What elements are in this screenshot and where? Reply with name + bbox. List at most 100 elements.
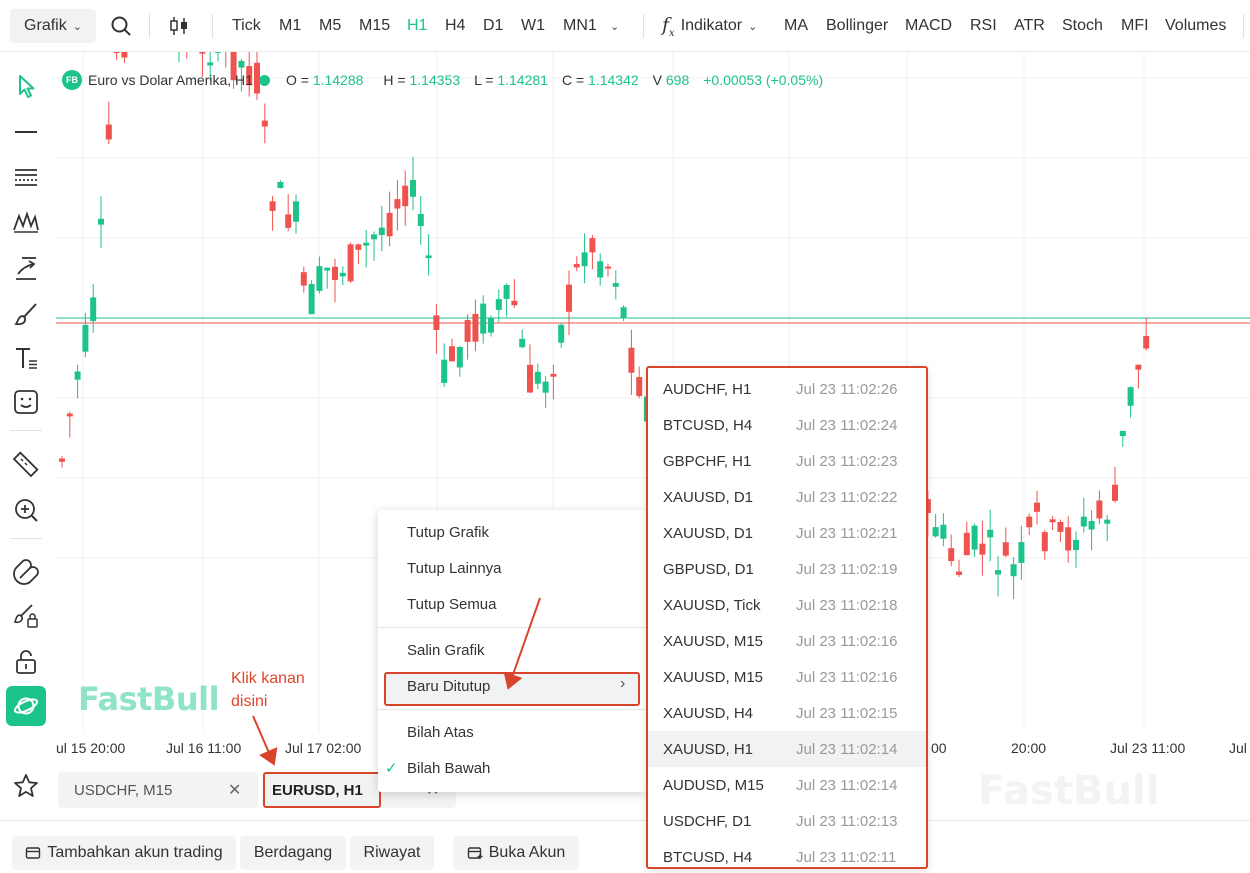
low-value: 1.14281	[497, 72, 548, 88]
candle-body	[1041, 532, 1048, 552]
recently-closed-item[interactable]: XAUUSD, Tick Jul 23 11:02:18	[648, 587, 926, 623]
recently-closed-time: Jul 23 11:02:14	[796, 740, 898, 758]
menu-item-recently-closed[interactable]: Baru Ditutup	[407, 678, 490, 695]
candle-body	[74, 371, 81, 380]
search-icon[interactable]	[110, 0, 132, 52]
candle-body	[199, 52, 206, 54]
timeframe-h1[interactable]: H1	[407, 0, 427, 52]
emoji-icon[interactable]	[8, 384, 44, 420]
recently-closed-item[interactable]: XAUUSD, M15 Jul 23 11:02:16	[648, 659, 926, 695]
timeframe-more-chevron-icon[interactable]: ⌄	[610, 0, 619, 52]
candle-body	[316, 266, 323, 291]
recently-closed-item[interactable]: USDCHF, D1 Jul 23 11:02:13	[648, 803, 926, 839]
trade-button[interactable]: Berdagang	[240, 836, 346, 870]
horizontal-line-icon[interactable]	[8, 114, 44, 150]
recently-closed-item[interactable]: GBPUSD, D1 Jul 23 11:02:19	[648, 551, 926, 587]
recently-closed-item[interactable]: BTCUSD, H4 Jul 23 11:02:24	[648, 407, 926, 443]
chart-menu-button[interactable]: Grafik ⌄	[10, 9, 96, 43]
candle-body	[932, 527, 939, 537]
pattern-icon[interactable]	[8, 204, 44, 240]
menu-item-top-bar[interactable]: Bilah Atas	[407, 724, 474, 741]
recently-closed-item[interactable]: XAUUSD, M15 Jul 23 11:02:16	[648, 623, 926, 659]
recently-closed-item[interactable]: GBPCHF, H1 Jul 23 11:02:23	[648, 443, 926, 479]
menu-item-copy-chart[interactable]: Salin Grafik	[407, 642, 485, 659]
candlestick-type-icon[interactable]	[168, 0, 190, 52]
recently-closed-time: Jul 23 11:02:26	[796, 380, 898, 398]
recently-closed-time: Jul 23 11:02:14	[796, 776, 898, 794]
indicator-bollinger[interactable]: Bollinger	[826, 0, 888, 52]
fastbull-badge-icon: FB	[62, 70, 82, 90]
candle-body	[378, 227, 385, 236]
candle-body	[433, 315, 440, 330]
recently-closed-time: Jul 23 11:02:18	[796, 596, 898, 614]
menu-item-close-all[interactable]: Tutup Semua	[407, 596, 497, 613]
timeframe-mn1[interactable]: MN1	[563, 0, 597, 52]
indicator-rsi[interactable]: RSI	[970, 0, 997, 52]
indicator-volumes[interactable]: Volumes	[1165, 0, 1226, 52]
candle-body	[324, 267, 331, 271]
fib-lines-icon[interactable]	[8, 160, 44, 196]
tab-context-menu: Tutup Grafik Tutup Lainnya Tutup Semua S…	[378, 510, 646, 792]
high-label: H =	[383, 72, 406, 88]
menu-item-close-others[interactable]: Tutup Lainnya	[407, 560, 502, 577]
recently-closed-item[interactable]: BTCUSD, H4 Jul 23 11:02:11	[648, 839, 926, 873]
indicator-button[interactable]: fx Indikator ⌄	[662, 0, 757, 52]
timeframe-h4[interactable]: H4	[445, 0, 465, 52]
candle-body	[59, 458, 65, 462]
history-button[interactable]: Riwayat	[350, 836, 434, 870]
indicator-ma[interactable]: MA	[784, 0, 808, 52]
trade-label: Berdagang	[253, 844, 333, 861]
timeframe-w1[interactable]: W1	[521, 0, 545, 52]
indicator-atr[interactable]: ATR	[1014, 0, 1045, 52]
favorite-star-icon[interactable]	[8, 768, 44, 804]
candle-body	[1073, 539, 1079, 550]
recently-closed-item[interactable]: XAUUSD, H4 Jul 23 11:02:15	[648, 695, 926, 731]
volume-value: 698	[665, 72, 690, 88]
timeframe-m1[interactable]: M1	[279, 0, 301, 52]
time-axis-label: Jul 16 11:00	[166, 740, 242, 756]
layers-icon[interactable]	[6, 686, 46, 726]
indicator-stoch[interactable]: Stoch	[1062, 0, 1103, 52]
recently-closed-item[interactable]: AUDUSD, M15 Jul 23 11:02:14	[648, 767, 926, 803]
lock-drawing-icon[interactable]	[8, 598, 44, 634]
candle-body	[558, 324, 565, 343]
recently-closed-item[interactable]: AUDCHF, H1 Jul 23 11:02:26	[648, 371, 926, 407]
candle-body	[940, 524, 947, 539]
timeframe-d1[interactable]: D1	[483, 0, 503, 52]
cursor-icon[interactable]	[8, 68, 44, 104]
candle-body	[597, 261, 604, 278]
timeframe-m5[interactable]: M5	[319, 0, 341, 52]
close-icon[interactable]: ✕	[228, 780, 241, 800]
candle-body	[979, 543, 986, 555]
zoom-in-icon[interactable]	[8, 492, 44, 528]
open-account-button[interactable]: Buka Akun	[453, 836, 579, 870]
magnet-icon[interactable]	[8, 554, 44, 590]
recently-closed-item[interactable]: XAUUSD, H1 Jul 23 11:02:14	[648, 731, 926, 767]
ruler-icon[interactable]	[8, 446, 44, 482]
annotation-text: Klik kanan disini	[231, 670, 305, 710]
recently-closed-submenu: AUDCHF, H1 Jul 23 11:02:26 BTCUSD, H4 Jul 2…	[646, 366, 928, 869]
trend-arrow-icon[interactable]	[8, 250, 44, 286]
add-trading-account-button[interactable]: Tambahkan akun trading	[12, 836, 236, 870]
candle-body	[113, 52, 120, 54]
timeframe-tick[interactable]: Tick	[232, 0, 261, 52]
add-trading-account-label: Tambahkan akun trading	[47, 844, 223, 861]
recently-closed-item[interactable]: XAUUSD, D1 Jul 23 11:02:22	[648, 479, 926, 515]
indicator-mfi[interactable]: MFI	[1121, 0, 1149, 52]
recently-closed-item[interactable]: XAUUSD, D1 Jul 23 11:02:21	[648, 515, 926, 551]
menu-item-bottom-bar[interactable]: Bilah Bawah	[407, 760, 490, 777]
recently-closed-symbol: XAUUSD, M15	[663, 632, 764, 650]
indicator-macd[interactable]: MACD	[905, 0, 952, 52]
chart-tab-usdchf[interactable]: USDCHF, M15 ✕	[58, 772, 258, 808]
candle-body	[550, 373, 557, 377]
candle-body	[1010, 564, 1017, 577]
timeframe-m15[interactable]: M15	[359, 0, 390, 52]
time-axis-label: 00	[931, 740, 947, 756]
brush-icon[interactable]	[8, 296, 44, 332]
unlock-icon[interactable]	[8, 644, 44, 680]
recently-closed-symbol: XAUUSD, D1	[663, 488, 754, 506]
menu-item-close-chart[interactable]: Tutup Grafik	[407, 524, 489, 541]
text-icon[interactable]	[8, 340, 44, 376]
candle-body	[308, 284, 315, 315]
history-label: Riwayat	[363, 844, 421, 861]
